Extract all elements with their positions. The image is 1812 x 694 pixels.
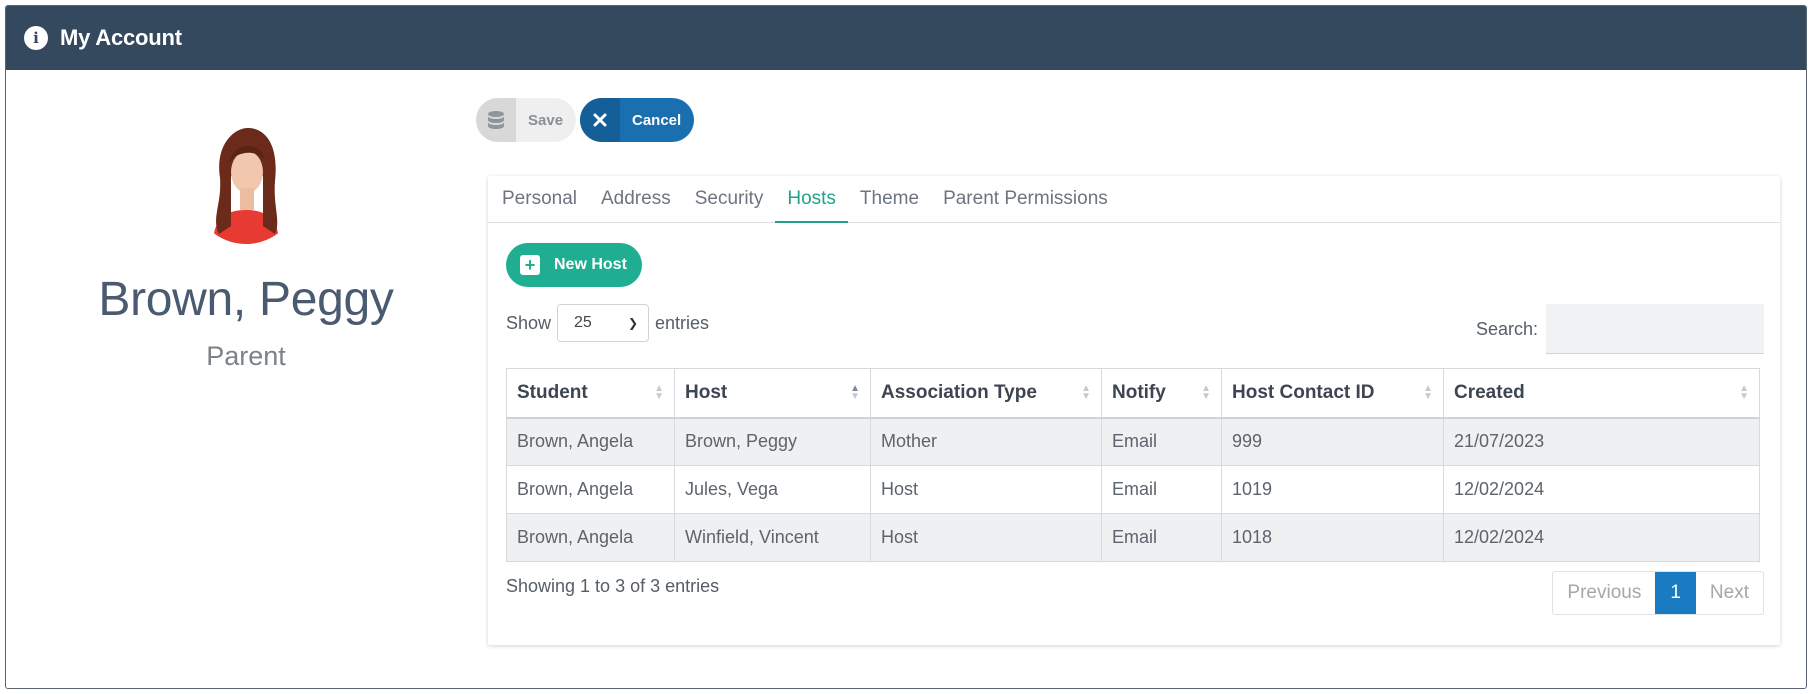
- table-row[interactable]: Brown, Angela Brown, Peggy Mother Email …: [506, 417, 1760, 466]
- profile-name: Brown, Peggy: [98, 273, 394, 326]
- cell-association-type: Host: [870, 465, 1102, 514]
- column-header-association-type[interactable]: Association Type ▲ ▼: [870, 368, 1102, 419]
- cell-notify: Email: [1101, 465, 1222, 514]
- tab-hosts[interactable]: Hosts: [775, 176, 848, 223]
- tab-bar: Personal Address Security Hosts Theme Pa…: [488, 176, 1780, 223]
- action-bar: Save Cancel: [476, 98, 694, 142]
- close-icon: [580, 98, 620, 142]
- save-label: Save: [528, 111, 564, 129]
- sort-icon: ▲ ▼: [1201, 382, 1211, 402]
- hosts-card: Personal Address Security Hosts Theme Pa…: [488, 176, 1780, 645]
- chevron-down-icon: ❯: [627, 316, 639, 330]
- entries-select-value: 25: [574, 314, 592, 331]
- cell-notify: Email: [1101, 513, 1222, 562]
- tab-parent-permissions[interactable]: Parent Permissions: [931, 176, 1120, 223]
- next-button[interactable]: Next: [1696, 572, 1763, 614]
- entries-select[interactable]: 25 ❯: [557, 304, 650, 342]
- avatar: [193, 126, 299, 244]
- cell-host: Brown, Peggy: [674, 417, 871, 466]
- cell-notify: Email: [1101, 417, 1222, 466]
- avatar-photo: [193, 126, 299, 244]
- cell-host-contact-id: 1019: [1221, 465, 1444, 514]
- cell-association-type: Mother: [870, 417, 1102, 466]
- sort-ascending-icon: ▲ ▼: [850, 382, 860, 402]
- profile-role: Parent: [206, 341, 286, 371]
- entries-length-control: Show 25 ❯ entries: [506, 304, 709, 342]
- table-row[interactable]: Brown, Angela Jules, Vega Host Email 101…: [506, 465, 1760, 514]
- show-label: Show: [506, 312, 552, 333]
- table-header-row: Student ▲ ▼ Host ▲ ▼ Association Type ▲ ▼ N…: [506, 368, 1760, 419]
- search-control: Search:: [1476, 304, 1764, 354]
- cancel-button[interactable]: Cancel: [580, 98, 694, 142]
- pagination: Previous 1 Next: [1552, 571, 1764, 615]
- column-header-host-contact-id[interactable]: Host Contact ID ▲ ▼: [1221, 368, 1444, 419]
- new-host-button[interactable]: + New Host: [506, 243, 642, 287]
- save-button[interactable]: Save: [476, 98, 576, 142]
- column-header-student[interactable]: Student ▲ ▼: [506, 368, 675, 419]
- cell-host-contact-id: 999: [1221, 417, 1444, 466]
- search-label: Search:: [1475, 318, 1538, 339]
- cell-host: Jules, Vega: [674, 465, 871, 514]
- my-account-panel: i My Account Brown, Peggy Parent Save Ca…: [5, 5, 1807, 689]
- cell-student: Brown, Angela: [506, 465, 675, 514]
- tab-personal[interactable]: Personal: [490, 176, 589, 223]
- profile-section: Brown, Peggy Parent: [86, 126, 406, 372]
- plus-icon: +: [520, 255, 540, 275]
- cell-host-contact-id: 1018: [1221, 513, 1444, 562]
- cell-student: Brown, Angela: [506, 513, 675, 562]
- cell-student: Brown, Angela: [506, 417, 675, 466]
- search-input[interactable]: [1546, 304, 1764, 354]
- panel-title: My Account: [60, 25, 182, 50]
- sort-icon: ▲ ▼: [654, 382, 664, 402]
- table-row[interactable]: Brown, Angela Winfield, Vincent Host Ema…: [506, 513, 1760, 562]
- cell-created: 12/02/2024: [1443, 465, 1760, 514]
- tab-address[interactable]: Address: [589, 176, 683, 223]
- cell-association-type: Host: [870, 513, 1102, 562]
- info-icon: i: [24, 26, 48, 50]
- database-icon: [476, 98, 516, 142]
- panel-header: i My Account: [6, 6, 1806, 70]
- cancel-label: Cancel: [632, 111, 682, 129]
- entries-label: entries: [655, 312, 710, 333]
- cell-host: Winfield, Vincent: [674, 513, 871, 562]
- tab-theme[interactable]: Theme: [848, 176, 931, 223]
- page-1-button[interactable]: 1: [1655, 572, 1696, 614]
- table-info: Showing 1 to 3 of 3 entries: [506, 576, 720, 596]
- tab-security[interactable]: Security: [683, 176, 776, 223]
- cell-created: 21/07/2023: [1443, 417, 1760, 466]
- sort-icon: ▲ ▼: [1081, 382, 1091, 402]
- sort-icon: ▲ ▼: [1739, 382, 1749, 402]
- column-header-notify[interactable]: Notify ▲ ▼: [1101, 368, 1222, 419]
- cell-created: 12/02/2024: [1443, 513, 1760, 562]
- hosts-table: Student ▲ ▼ Host ▲ ▼ Association Type ▲ ▼ N…: [506, 368, 1760, 562]
- column-header-created[interactable]: Created ▲ ▼: [1443, 368, 1760, 419]
- new-host-label: New Host: [554, 256, 627, 273]
- previous-button[interactable]: Previous: [1553, 572, 1655, 614]
- sort-icon: ▲ ▼: [1423, 382, 1433, 402]
- column-header-host[interactable]: Host ▲ ▼: [674, 368, 871, 419]
